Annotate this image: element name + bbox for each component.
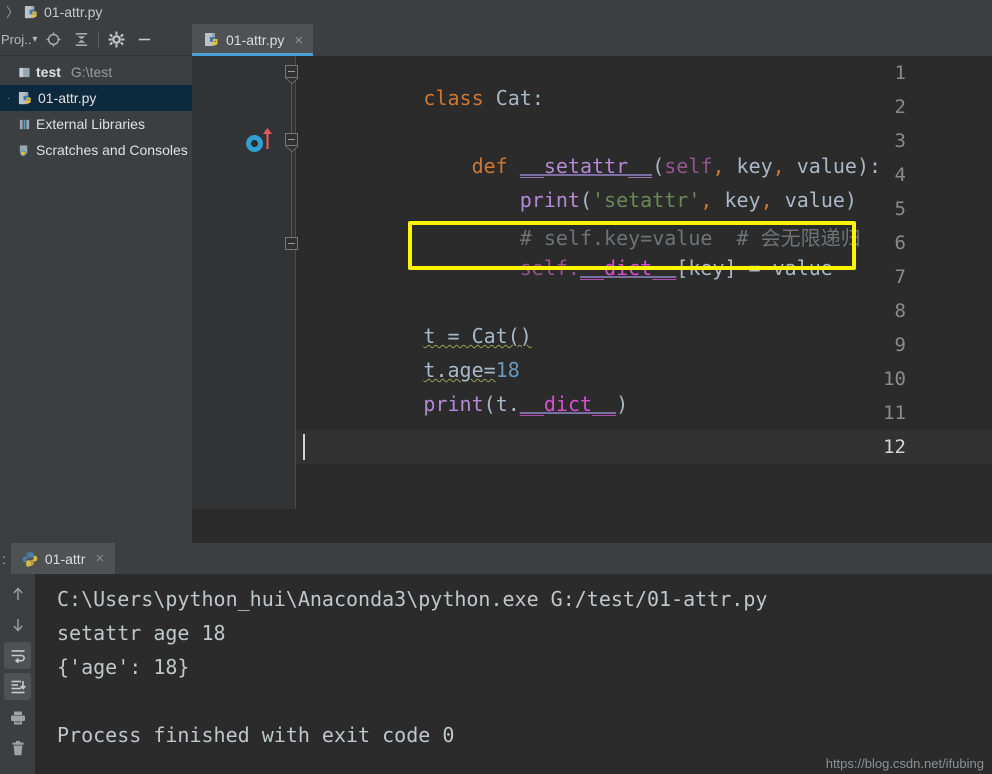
console-line-3: {'age': 18} [57,655,190,679]
python-icon [22,551,38,567]
chevron-right-icon: 〉 [6,4,20,20]
tree-item-path: G:\test [70,64,113,80]
token-paren-close: ) [616,392,629,416]
project-panel-title[interactable]: Proj.. ▾ [1,32,37,47]
pycharm-window: 〉 01-attr.py Proj.. ▾ test G:\test · 01-… [0,0,992,774]
tree-item-test[interactable]: test G:\test [0,59,192,85]
token-dunder-dict: __dict__ [519,392,617,416]
token-paren-open: ( [483,392,496,416]
code-line-10: print(t.__dict__) [303,368,628,440]
run-console-panel: : 01-attr × C:\Users\python_hui\Anaconda… [0,543,992,774]
tree-item-label: Scratches and Consoles [36,142,188,158]
editor-tab-strip: 01-attr.py × [192,24,992,56]
toolbar-divider [98,31,100,48]
breadcrumb-file-label[interactable]: 01-attr.py [44,4,102,20]
console-line-2: setattr age 18 [57,621,226,645]
token-class-name: Cat [495,86,532,110]
code-line-1: class Cat: [303,62,544,134]
code-editor[interactable]: 1 2 3 4 5 6 7 8 9 10 11 12 class Cat: de… [192,56,992,543]
console-output[interactable]: C:\Users\python_hui\Anaconda3\python.exe… [35,574,992,774]
project-toolbar: Proj.. ▾ [0,24,192,56]
code-text-layer: class Cat: def __setattr__(self, key, va… [192,56,992,543]
console-line-1: C:\Users\python_hui\Anaconda3\python.exe… [57,587,768,611]
python-file-icon [204,32,220,48]
scroll-down-icon[interactable] [4,611,31,638]
console-tab-01-attr[interactable]: 01-attr × [10,543,116,574]
token-subscript-assign: [key] = value [676,256,833,280]
tree-item-label: test [36,64,61,80]
tree-item-external-libraries[interactable]: External Libraries [0,111,192,137]
clear-all-icon[interactable] [4,735,31,762]
python-file-icon [18,91,33,106]
module-icon [18,66,31,79]
text-caret [303,434,305,460]
close-icon[interactable]: × [95,550,104,567]
console-toolbar [0,574,35,774]
console-panel-label: : [2,550,6,567]
watermark-text: https://blog.csdn.net/ifubing [825,756,984,771]
project-panel: Proj.. ▾ test G:\test · 01-attr.py Exter… [0,24,192,543]
editor-area: 01-attr.py × 1 2 3 4 5 6 7 8 9 10 11 12 [192,24,992,543]
console-body: C:\Users\python_hui\Anaconda3\python.exe… [0,574,992,774]
library-icon [18,118,31,131]
scroll-up-icon[interactable] [4,580,31,607]
token-self: self. [519,256,580,280]
breadcrumb: 〉 01-attr.py [0,0,992,24]
code-line-6: self.__dict__[key] = value [303,232,833,304]
project-panel-title-label: Proj.. [1,32,32,47]
token-print-fn: print [423,392,484,416]
locate-target-icon[interactable] [39,26,67,54]
token-paren-close: ): [856,154,882,178]
scratches-icon [18,144,31,157]
console-line-5: Process finished with exit code 0 [57,723,455,747]
tree-item-scratches-and-consoles[interactable]: Scratches and Consoles [0,137,192,163]
gear-icon[interactable] [102,26,130,54]
project-tree: test G:\test · 01-attr.py External Libra… [0,56,192,163]
print-icon[interactable] [4,704,31,731]
token-keyword: class [423,86,484,110]
chevron-down-icon: ▾ [32,34,38,45]
close-icon[interactable]: × [294,32,303,49]
soft-wrap-icon[interactable] [4,642,31,669]
token-dunder-dict: __dict__ [579,256,677,280]
tree-item-label: 01-attr.py [38,90,97,106]
token-var-t: t. [495,392,520,416]
tree-twisty: · [7,93,10,103]
minimize-icon[interactable] [130,26,158,54]
console-tab-label: 01-attr [44,550,86,567]
python-file-icon [24,5,39,20]
tree-item-01-attr-py[interactable]: · 01-attr.py [0,85,192,111]
tab-label: 01-attr.py [226,32,285,48]
console-tab-strip: : 01-attr × [0,543,992,574]
token-colon: : [531,86,544,110]
collapse-all-icon[interactable] [67,26,95,54]
tab-01-attr-py[interactable]: 01-attr.py × [192,24,314,56]
scroll-to-end-icon[interactable] [4,673,31,700]
tree-item-label: External Libraries [36,116,145,132]
